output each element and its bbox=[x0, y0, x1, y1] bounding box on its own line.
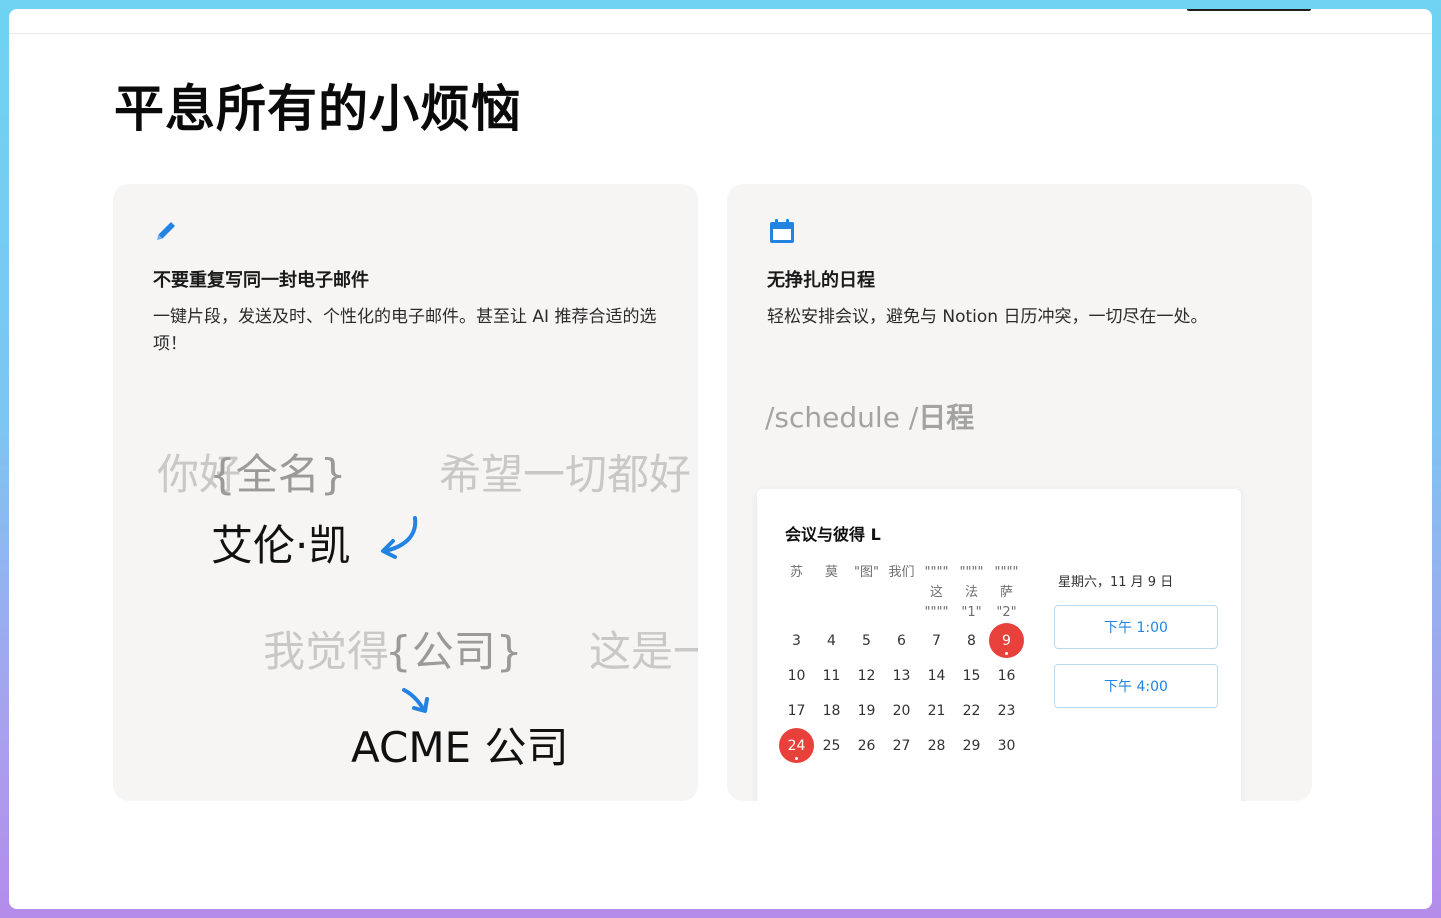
day-cell[interactable]: 28 bbox=[919, 728, 954, 763]
day-cell[interactable]: 6 bbox=[884, 623, 919, 658]
day-cell[interactable]: 23 bbox=[989, 693, 1024, 728]
scheduling-card: 无挣扎的日程 轻松安排会议，避免与 Notion 日历冲突，一切尽在一处。 /s… bbox=[727, 184, 1312, 801]
page-title: 平息所有的小烦恼 bbox=[114, 80, 522, 138]
slash-command-zh: 日程 bbox=[918, 401, 975, 434]
weekday-header: "图" bbox=[854, 565, 879, 580]
card-title: 无挣扎的日程 bbox=[767, 270, 875, 291]
weekday-header: """" 萨 "2" bbox=[994, 565, 1019, 620]
time-slot-button[interactable]: 下午 4:00 bbox=[1054, 664, 1218, 708]
day-cell[interactable]: 26 bbox=[849, 728, 884, 763]
header-button-edge[interactable] bbox=[1187, 9, 1311, 11]
week-row: 3 4 5 6 7 8 9 bbox=[779, 623, 1035, 658]
down-arrow-icon bbox=[402, 688, 429, 713]
day-cell-today[interactable]: 24 bbox=[779, 728, 814, 763]
curved-arrow-icon bbox=[381, 516, 418, 559]
weekday-header: 莫 bbox=[824, 565, 838, 580]
snippets-card: 不要重复写同一封电子邮件 一键片段，发送及时、个性化的电子邮件。甚至让 AI 推… bbox=[113, 184, 698, 801]
time-slot-button[interactable]: 下午 1:00 bbox=[1054, 605, 1218, 649]
fullname-placeholder: {全名} bbox=[209, 450, 347, 499]
company-line-prefix: 我觉得 bbox=[263, 627, 390, 676]
card-title: 不要重复写同一封电子邮件 bbox=[153, 270, 369, 291]
selected-date-label: 星期六，11 月 9 日 bbox=[1058, 575, 1174, 590]
day-number: 9 bbox=[989, 623, 1024, 658]
weekday-header: """" 法 "1" bbox=[959, 565, 984, 620]
week-row: 17 18 19 20 21 22 23 bbox=[779, 693, 1035, 728]
day-cell[interactable]: 12 bbox=[849, 658, 884, 693]
day-cell[interactable]: 8 bbox=[954, 623, 989, 658]
day-cell[interactable]: 13 bbox=[884, 658, 919, 693]
day-cell[interactable]: 16 bbox=[989, 658, 1024, 693]
day-cell[interactable]: 17 bbox=[779, 693, 814, 728]
pencil-icon bbox=[157, 222, 175, 240]
weekday-header: 苏 bbox=[789, 565, 803, 580]
day-cell[interactable]: 14 bbox=[919, 658, 954, 693]
day-cell[interactable]: 15 bbox=[954, 658, 989, 693]
greeting-continuation: 希望一切都好 bbox=[439, 450, 692, 499]
week-row: 24 25 26 27 28 29 30 bbox=[779, 728, 1035, 763]
page-window: 平息所有的小烦恼 不要重复写同一封电子邮件 一键片段，发送及时、个性化的电子邮件… bbox=[9, 9, 1432, 909]
day-cell[interactable]: 10 bbox=[779, 658, 814, 693]
booking-calendar: 会议与彼得 L 苏 莫 "图" 我们 """" 这 """" """" 法 "1" ""… bbox=[757, 489, 1241, 801]
day-cell[interactable]: 20 bbox=[884, 693, 919, 728]
day-cell[interactable]: 5 bbox=[849, 623, 884, 658]
company-line-continuation: 这是一 bbox=[589, 627, 698, 676]
slash-command-en: /schedule / bbox=[765, 401, 919, 434]
name-value: 艾伦·凯 bbox=[211, 521, 351, 570]
day-cell[interactable]: 25 bbox=[814, 728, 849, 763]
day-cell[interactable]: 30 bbox=[989, 728, 1024, 763]
day-cell[interactable]: 21 bbox=[919, 693, 954, 728]
day-cell[interactable]: 27 bbox=[884, 728, 919, 763]
weekday-header: """" 这 """" bbox=[924, 565, 949, 620]
day-cell[interactable]: 4 bbox=[814, 623, 849, 658]
day-cell[interactable]: 22 bbox=[954, 693, 989, 728]
day-cell-selected[interactable]: 9 bbox=[989, 623, 1024, 658]
card-description: 一键片段，发送及时、个性化的电子邮件。甚至让 AI 推荐合适的选项！ bbox=[153, 307, 657, 354]
slash-command: /schedule /日程 bbox=[765, 396, 974, 436]
day-cell[interactable]: 18 bbox=[814, 693, 849, 728]
day-cell[interactable]: 7 bbox=[919, 623, 954, 658]
header-divider bbox=[9, 33, 1432, 34]
calendar-grid: 苏 莫 "图" 我们 """" 这 """" """" 法 "1" """" 萨 "2" 3… bbox=[779, 565, 1035, 763]
day-cell[interactable]: 19 bbox=[849, 693, 884, 728]
day-number: 24 bbox=[779, 728, 814, 763]
weekday-header: 我们 bbox=[888, 565, 915, 580]
weekday-header-row: 苏 莫 "图" 我们 """" 这 """" """" 法 "1" """" 萨 "2" bbox=[779, 563, 1035, 623]
company-placeholder: {公司} bbox=[385, 627, 523, 676]
company-value: ACME 公司 bbox=[351, 723, 569, 772]
week-row: 10 11 12 13 14 15 16 bbox=[779, 658, 1035, 693]
day-cell[interactable]: 11 bbox=[814, 658, 849, 693]
calendar-icon bbox=[770, 219, 794, 243]
day-cell[interactable]: 3 bbox=[779, 623, 814, 658]
calendar-title: 会议与彼得 L bbox=[785, 525, 881, 544]
fullname-placeholder-wrap: {全名} bbox=[209, 441, 346, 502]
card-description: 轻松安排会议，避免与 Notion 日历冲突，一切尽在一处。 bbox=[767, 307, 1208, 327]
day-cell[interactable]: 29 bbox=[954, 728, 989, 763]
company-placeholder-wrap: {公司} bbox=[385, 618, 522, 679]
